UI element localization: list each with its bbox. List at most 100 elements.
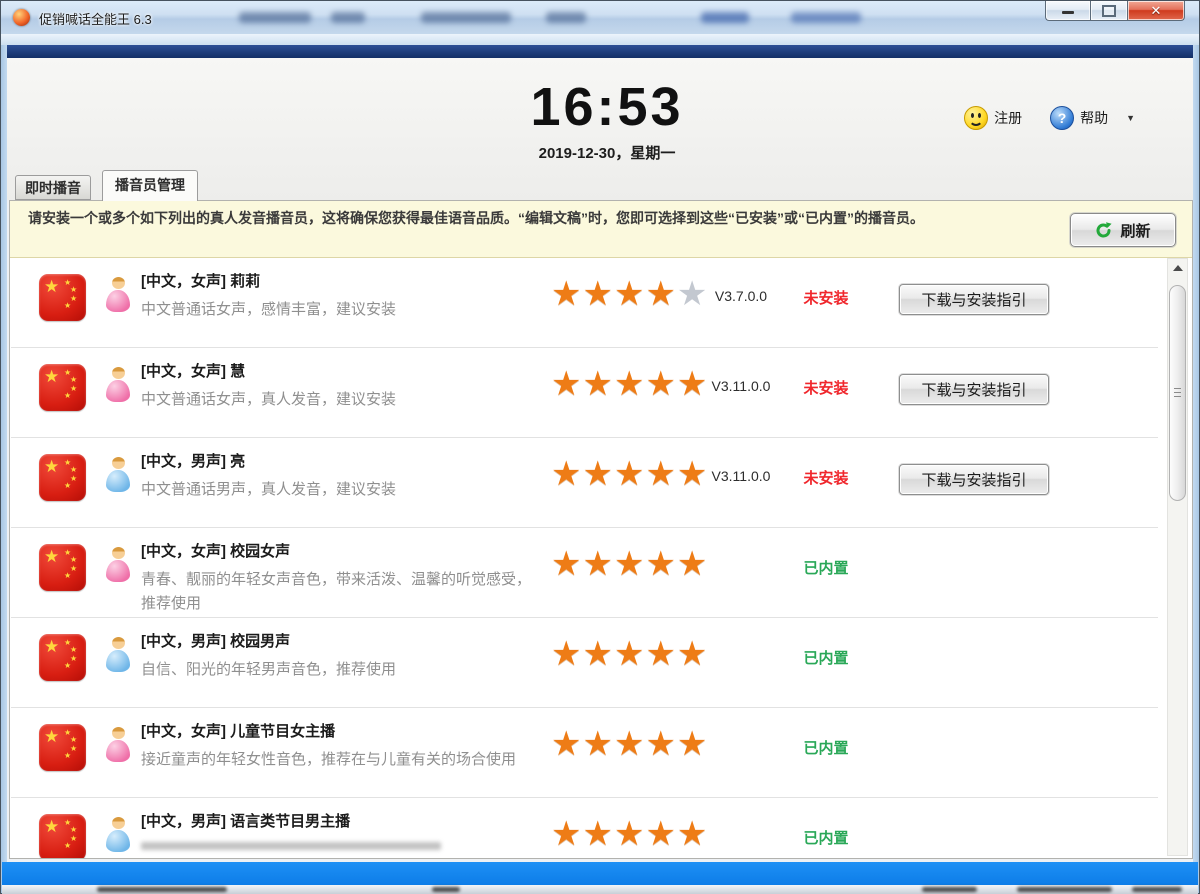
- notice-banner: 请安装一个或多个如下列出的真人发音播音员，这将确保您获得最佳语音品质。“编辑文稿…: [10, 201, 1192, 258]
- window-title: 促销喊话全能王 6.3: [39, 9, 152, 28]
- voice-text: [中文，男声] 校园男声自信、阳光的年轻男声音色，推荐使用: [141, 631, 541, 682]
- voice-row: ★★★★★ [中文，女声] 儿童节目女主播接近童声的年轻女性音色，推荐在与儿童有关…: [11, 708, 1158, 798]
- blurred-icon: [791, 12, 861, 23]
- status-label: 未安装: [786, 287, 866, 308]
- tab-instant-broadcast[interactable]: 即时播音: [15, 175, 91, 200]
- star-filled: ★★★★★: [551, 815, 708, 853]
- china-flag-icon: ★★★★★: [39, 814, 86, 858]
- status-label: 已内置: [786, 827, 866, 848]
- voice-row: ★★★★★[中文，男声] 亮中文普通话男声，真人发音，建议安装★★★★★V3.1…: [11, 438, 1158, 528]
- tab-announcer-management[interactable]: 播音员管理: [102, 170, 198, 201]
- version-label: V3.7.0.0: [701, 288, 781, 304]
- star-rating: ★★★★★: [551, 634, 708, 674]
- voice-description: 自信、阳光的年轻男声音色，推荐使用: [141, 658, 537, 682]
- china-flag-icon: ★★★★★: [39, 274, 86, 321]
- refresh-icon: [1095, 222, 1112, 239]
- voice-name: [中文，女声] 莉莉: [141, 271, 541, 293]
- app-icon: [13, 9, 30, 26]
- bottom-blue-bar: [2, 862, 1198, 885]
- voice-text: [中文，女声] 莉莉中文普通话女声，感情丰富，建议安装: [141, 271, 541, 322]
- voice-row: ★★★★★[中文，女声] 慧中文普通话女声，真人发音，建议安装★★★★★V3.1…: [11, 348, 1158, 438]
- status-label: 已内置: [786, 737, 866, 758]
- blurred-text: [97, 887, 227, 892]
- blurred-text: [922, 887, 977, 892]
- blurred-icon: [701, 12, 749, 23]
- voice-text: [中文，女声] 慧中文普通话女声，真人发音，建议安装: [141, 361, 541, 412]
- voice-description: 中文普通话女声，真人发音，建议安装: [141, 388, 537, 412]
- male-person-icon: [105, 457, 131, 492]
- china-flag-icon: ★★★★★: [39, 454, 86, 501]
- voice-list: ★★★★★[中文，女声] 莉莉中文普通话女声，感情丰富，建议安装★★★★★V3.…: [11, 258, 1158, 858]
- star-filled: ★★★★★: [551, 635, 708, 673]
- scrollbar: [1167, 258, 1188, 856]
- blurred-text: [1132, 887, 1182, 892]
- notice-text: 请安装一个或多个如下列出的真人发音播音员，这将确保您获得最佳语音品质。“编辑文稿…: [28, 208, 1038, 229]
- china-flag-icon: ★★★★★: [39, 724, 86, 771]
- blurred-text: [421, 12, 511, 23]
- voice-name: [中文，女声] 儿童节目女主播: [141, 721, 541, 743]
- register-link[interactable]: 注册: [994, 108, 1022, 128]
- voice-text: [中文，男声] 语言类节目男主播: [141, 811, 541, 850]
- female-person-icon: [105, 277, 131, 312]
- voice-description: 接近童声的年轻女性音色，推荐在与儿童有关的场合使用: [141, 748, 537, 772]
- voice-description-clipped: [141, 842, 441, 850]
- star-rating: ★★★★★: [551, 274, 708, 314]
- title-bar: 促销喊话全能王 6.3 ✕: [1, 1, 1199, 35]
- voice-row: ★★★★★ [中文，男声] 语言类节目男主播 ★★★★★ 已内置: [11, 798, 1158, 858]
- maximize-button[interactable]: [1090, 1, 1127, 21]
- china-flag-icon: ★★★★★: [39, 634, 86, 681]
- scrollbar-up-arrow[interactable]: [1168, 259, 1187, 277]
- male-person-icon: [105, 637, 131, 672]
- chevron-down-icon[interactable]: ▼: [1126, 113, 1135, 123]
- download-install-guide-button[interactable]: 下载与安装指引: [899, 464, 1049, 495]
- minimize-button[interactable]: [1045, 1, 1090, 21]
- voice-name: [中文，男声] 亮: [141, 451, 541, 473]
- female-person-icon: [105, 727, 131, 762]
- star-rating: ★★★★★: [551, 454, 708, 494]
- blurred-text: [331, 12, 365, 23]
- star-filled: ★★★★★: [551, 455, 708, 493]
- voice-description: 中文普通话女声，感情丰富，建议安装: [141, 298, 537, 322]
- voice-text: [中文，男声] 亮中文普通话男声，真人发音，建议安装: [141, 451, 541, 502]
- status-label: 未安装: [786, 467, 866, 488]
- scrollbar-thumb[interactable]: [1169, 285, 1186, 501]
- voice-row: ★★★★★[中文，男声] 校园男声自信、阳光的年轻男声音色，推荐使用★★★★★已…: [11, 618, 1158, 708]
- blurred-text: [546, 12, 586, 23]
- download-install-guide-button[interactable]: 下载与安装指引: [899, 374, 1049, 405]
- voice-name: [中文，男声] 校园男声: [141, 631, 541, 653]
- download-install-guide-button[interactable]: 下载与安装指引: [899, 284, 1049, 315]
- help-link[interactable]: 帮助: [1080, 108, 1108, 128]
- status-label: 未安装: [786, 377, 866, 398]
- clock: 16:53: [457, 76, 757, 138]
- blurred-text: [432, 887, 460, 892]
- voice-name: [中文，男声] 语言类节目男主播: [141, 811, 541, 833]
- bottom-frame-strip: [2, 885, 1198, 894]
- voice-text: [中文，女声] 儿童节目女主播接近童声的年轻女性音色，推荐在与儿童有关的场合使用: [141, 721, 541, 772]
- app-window: 促销喊话全能王 6.3 ✕ 16:53 2019-12-30，星期一 注册 ? …: [0, 0, 1200, 894]
- china-flag-icon: ★★★★★: [39, 544, 86, 591]
- date-label: 2019-12-30，星期一: [427, 142, 787, 163]
- voice-name: [中文，女声] 校园女声: [141, 541, 541, 563]
- frame-right-edge: [1193, 45, 1199, 893]
- window-controls: ✕: [1045, 1, 1185, 21]
- version-label: V3.11.0.0: [701, 468, 781, 484]
- navy-band: [1, 45, 1199, 58]
- status-label: 已内置: [786, 557, 866, 578]
- star-filled: ★★★★★: [551, 725, 708, 763]
- refresh-label: 刷新: [1120, 220, 1150, 241]
- star-rating: ★★★★★: [551, 814, 708, 854]
- voice-row: ★★★★★[中文，女声] 莉莉中文普通话女声，感情丰富，建议安装★★★★★V3.…: [11, 258, 1158, 348]
- account-area: 注册 ? 帮助 ▼: [964, 106, 1135, 130]
- star-rating: ★★★★★: [551, 724, 708, 764]
- star-filled: ★★★★★: [551, 365, 708, 403]
- male-person-icon: [105, 817, 131, 852]
- female-person-icon: [105, 547, 131, 582]
- close-button[interactable]: ✕: [1127, 1, 1185, 21]
- voice-text: [中文，女声] 校园女声青春、靓丽的年轻女声音色，带来活泼、温馨的听觉感受，推荐…: [141, 541, 541, 616]
- voice-name: [中文，女声] 慧: [141, 361, 541, 383]
- star-rating: ★★★★★: [551, 364, 708, 404]
- star-filled: ★★★★★: [551, 545, 708, 583]
- frame-strip: [1, 34, 1199, 45]
- refresh-button[interactable]: 刷新: [1070, 213, 1176, 247]
- star-rating: ★★★★★: [551, 544, 708, 584]
